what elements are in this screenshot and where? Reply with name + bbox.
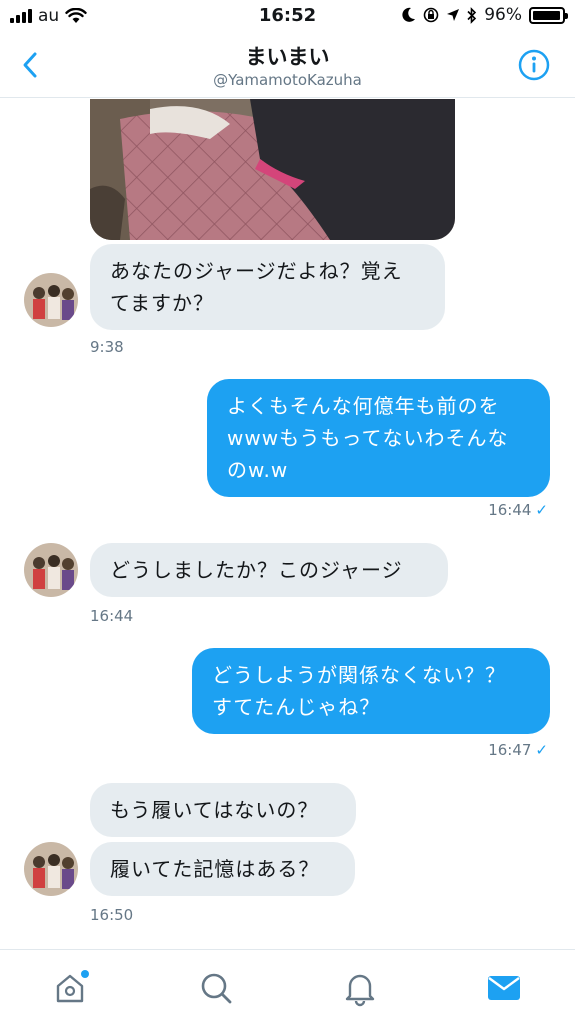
message-line: もう履いてはないの？ bbox=[110, 798, 319, 822]
message-line: のw.w bbox=[227, 458, 289, 482]
message-line: どうしましたか？このジャージ bbox=[110, 558, 403, 582]
message-meta: 16:47 ✓ bbox=[488, 741, 548, 759]
message-thread[interactable]: あなたのジャージだよね？覚え てますか？ 9:38 よくもそんな何億年も前のを … bbox=[0, 99, 575, 949]
message-bubble-incoming[interactable]: どうしましたか？このジャージ bbox=[90, 543, 448, 597]
search-icon[interactable] bbox=[196, 968, 236, 1008]
message-line: どうしようが関係なくない？？ bbox=[212, 663, 506, 687]
sender-avatar[interactable] bbox=[24, 543, 78, 597]
battery-icon bbox=[529, 6, 568, 24]
message-timestamp: 16:44 bbox=[488, 501, 532, 519]
sender-avatar[interactable] bbox=[24, 273, 78, 327]
battery-percent: 96% bbox=[484, 5, 522, 25]
status-right: 96% bbox=[402, 5, 568, 25]
message-line: あなたのジャージだよね？覚え bbox=[110, 259, 403, 283]
message-line: wwwもうもってないわそんな bbox=[227, 426, 509, 450]
message-meta: 16:44 ✓ bbox=[488, 501, 548, 519]
message-timestamp: 16:44 bbox=[90, 607, 134, 625]
messages-icon[interactable] bbox=[484, 968, 524, 1008]
delivered-check-icon: ✓ bbox=[535, 501, 548, 519]
message-line: 履いてた記憶はある？ bbox=[110, 857, 320, 881]
tab-bar bbox=[0, 949, 575, 1024]
rotation-lock-icon bbox=[423, 7, 439, 23]
message-bubble-outgoing[interactable]: よくもそんな何億年も前のを wwwもうもってないわそんな のw.w bbox=[207, 379, 550, 497]
info-button[interactable] bbox=[517, 48, 551, 82]
home-icon[interactable] bbox=[52, 968, 92, 1008]
message-timestamp: 9:38 bbox=[90, 338, 124, 356]
delivered-check-icon: ✓ bbox=[535, 741, 548, 759]
message-timestamp: 16:47 bbox=[488, 741, 532, 759]
bluetooth-icon bbox=[467, 6, 477, 24]
conversation-title: まいまい bbox=[245, 45, 330, 69]
message-bubble-incoming[interactable]: もう履いてはないの？ bbox=[90, 783, 356, 837]
message-timestamp: 16:50 bbox=[90, 906, 134, 924]
conversation-handle: @YamamotoKazuha bbox=[213, 71, 362, 89]
location-icon bbox=[447, 9, 460, 21]
battery-level bbox=[533, 10, 560, 20]
conversation-header: まいまい @YamamotoKazuha bbox=[0, 34, 575, 98]
message-bubble-incoming[interactable]: あなたのジャージだよね？覚え てますか？ bbox=[90, 244, 445, 330]
status-bar: au 16:52 96% bbox=[0, 0, 575, 34]
moon-icon bbox=[402, 7, 416, 22]
message-bubble-incoming[interactable]: 履いてた記憶はある？ bbox=[90, 842, 355, 896]
message-bubble-outgoing[interactable]: どうしようが関係なくない？？ すてたんじゃね？ bbox=[192, 648, 550, 734]
message-line: すてたんじゃね？ bbox=[212, 695, 381, 719]
sender-avatar[interactable] bbox=[24, 842, 78, 896]
jersey-photo bbox=[90, 99, 455, 240]
message-image[interactable] bbox=[90, 99, 455, 240]
message-line: てますか？ bbox=[110, 291, 214, 315]
notifications-icon[interactable] bbox=[340, 968, 380, 1008]
message-line: よくもそんな何億年も前のを bbox=[227, 394, 500, 418]
